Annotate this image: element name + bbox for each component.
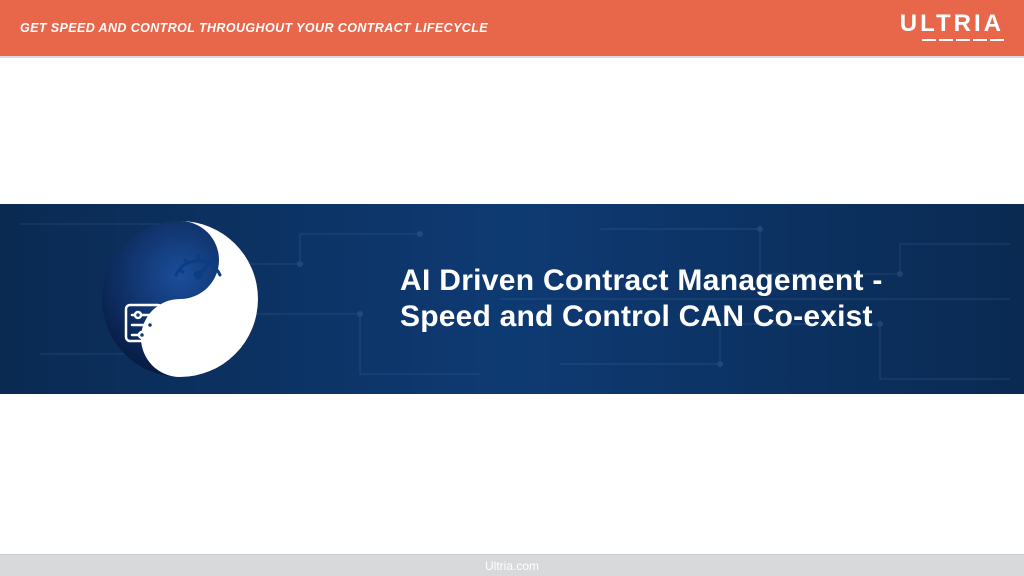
header-tagline: GET SPEED AND CONTROL THROUGHOUT YOUR CO… xyxy=(20,21,488,35)
hero-title-line1: AI Driven Contract Management - xyxy=(400,264,883,298)
hero-title-block: AI Driven Contract Management - Speed an… xyxy=(400,264,883,334)
hero-title-line2: Speed and Control CAN Co-exist xyxy=(400,300,883,334)
footer-bar: Ultria.com xyxy=(0,554,1024,576)
yinyang-icon xyxy=(100,219,260,379)
footer-text: Ultria.com xyxy=(485,559,539,573)
top-header-bar: GET SPEED AND CONTROL THROUGHOUT YOUR CO… xyxy=(0,0,1024,58)
brand-logo-text: ULTRIA xyxy=(900,12,1004,36)
hero-banner: AI Driven Contract Management - Speed an… xyxy=(0,204,1024,394)
brand-logo: ULTRIA xyxy=(900,16,1004,41)
brand-logo-underline xyxy=(900,39,1004,41)
